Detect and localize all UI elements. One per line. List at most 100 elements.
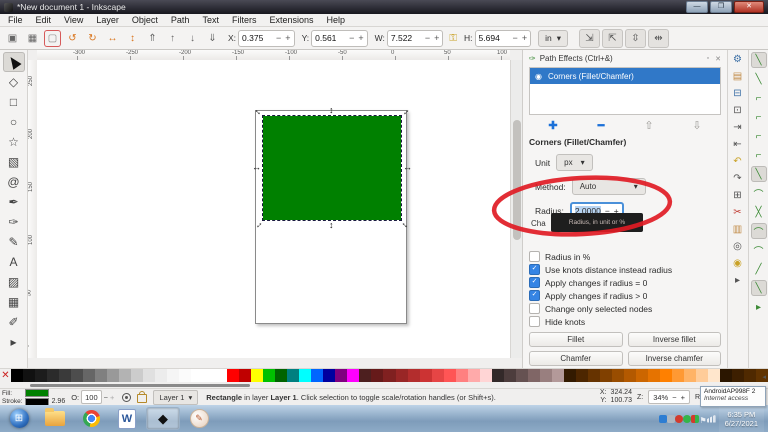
palette-swatch[interactable]	[71, 369, 84, 382]
palette-swatch[interactable]	[647, 369, 660, 382]
palette-swatch[interactable]	[239, 369, 252, 382]
flip-horizontal-icon[interactable]: ↔	[104, 30, 121, 47]
tray-app-multi-icon[interactable]	[691, 414, 700, 423]
gradient-tool[interactable]: ▨	[3, 272, 25, 292]
layer-lock-icon[interactable]	[137, 391, 148, 403]
checked-checkbox-icon[interactable]: ✓	[529, 277, 540, 288]
mesh-tool[interactable]: ▦	[3, 292, 25, 312]
snap-smooth-nodes-icon[interactable]: ⌒	[751, 242, 767, 258]
w-plus-button[interactable]: +	[434, 33, 439, 43]
star-tool[interactable]: ☆	[3, 132, 25, 152]
menu-help[interactable]: Help	[326, 15, 345, 25]
palette-swatch[interactable]	[311, 369, 324, 382]
zoom-plus-button[interactable]: +	[681, 393, 685, 402]
duplicate-icon[interactable]: ⊞	[730, 188, 746, 203]
scale-handle-top[interactable]: ↕	[329, 106, 334, 115]
palette-swatch[interactable]	[11, 369, 24, 382]
redo-icon[interactable]: ↷	[730, 171, 746, 186]
snap-expander-icon[interactable]: ▸	[751, 299, 767, 315]
scale-handle-left[interactable]: ↔	[252, 163, 261, 172]
save-document-icon[interactable]: ⊡	[730, 103, 746, 118]
inverse-chamfer-button[interactable]: Inverse chamfer	[627, 351, 721, 366]
x-minus-button[interactable]: −	[276, 33, 281, 43]
h-plus-button[interactable]: +	[522, 33, 527, 43]
opacity-value[interactable]: 100	[81, 390, 102, 404]
palette-expand-icon[interactable]: ◂	[762, 373, 766, 381]
explorer-app[interactable]	[38, 407, 72, 430]
node-tool[interactable]: ◇	[3, 72, 25, 92]
checkbox-row[interactable]: ✓ Apply changes if radius = 0	[529, 276, 721, 289]
unit-dropdown[interactable]: in ▾	[538, 29, 568, 47]
palette-swatch[interactable]	[347, 369, 360, 382]
y-minus-button[interactable]: −	[349, 33, 354, 43]
raise-to-top-icon[interactable]: ⇑	[144, 30, 161, 47]
print-document-icon[interactable]: ⊟	[730, 86, 746, 101]
palette-swatch[interactable]	[215, 369, 228, 382]
panel-close-icon[interactable]: ✕	[715, 55, 721, 63]
palette-swatch[interactable]	[623, 369, 636, 382]
scrollbar-thumb[interactable]	[513, 120, 521, 240]
deselect-icon[interactable]: ▢	[44, 30, 61, 47]
calligraphy-tool[interactable]: ✑	[3, 212, 25, 232]
palette-swatch[interactable]	[515, 369, 528, 382]
zoom-page-icon[interactable]: ◉	[730, 256, 746, 271]
visibility-eye-icon[interactable]: ◉	[535, 72, 542, 81]
open-document-icon[interactable]: ▤	[730, 69, 746, 84]
scale-gradient-toggle[interactable]: ⇳	[624, 28, 646, 48]
snap-path-icon[interactable]: ⌒	[751, 185, 767, 201]
import-document-icon[interactable]: ⇥	[730, 120, 746, 135]
panel-collapse-icon[interactable]: ▫	[707, 55, 709, 63]
cut-icon[interactable]: ✂	[730, 205, 746, 220]
menu-edit[interactable]: Edit	[36, 15, 52, 25]
palette-swatch[interactable]	[719, 369, 732, 382]
paste-icon[interactable]: ▥	[730, 222, 746, 237]
remove-effect-button[interactable]: ━	[577, 119, 625, 132]
w-spinner[interactable]: W: 7.522− +	[375, 29, 444, 47]
palette-swatch[interactable]	[263, 369, 276, 382]
checked-checkbox-icon[interactable]: ✓	[529, 264, 540, 275]
y-spinner[interactable]: Y: 0.561− +	[302, 29, 368, 47]
menu-filters[interactable]: Filters	[232, 15, 257, 25]
snap-bbox-edge-midpoints-icon[interactable]: ⌐	[751, 128, 767, 144]
scale-handle-bottom-left[interactable]: ↔	[251, 217, 264, 230]
tray-messenger-icon[interactable]	[683, 414, 692, 423]
h-value[interactable]: 5.694	[479, 33, 509, 43]
layer-dropdown[interactable]: Layer 1 ▾	[153, 389, 199, 405]
checkbox-row[interactable]: Radius in %	[529, 250, 721, 263]
scale-pattern-toggle[interactable]: ⇹	[647, 28, 669, 48]
lower-to-bottom-icon[interactable]: ⇓	[204, 30, 221, 47]
palette-swatch[interactable]	[731, 369, 744, 382]
ellipse-tool[interactable]: ○	[3, 112, 25, 132]
palette-swatch[interactable]	[167, 369, 180, 382]
move-effect-down-button[interactable]: ⇩	[673, 119, 721, 132]
palette-swatch[interactable]	[275, 369, 288, 382]
palette-swatch[interactable]	[551, 369, 564, 382]
tray-flag-icon[interactable]: ⚑	[699, 416, 706, 425]
palette-swatch[interactable]	[491, 369, 504, 382]
spiral-tool[interactable]: @	[3, 172, 25, 192]
menu-view[interactable]: View	[64, 15, 83, 25]
menu-text[interactable]: Text	[202, 15, 219, 25]
menu-object[interactable]: Object	[132, 15, 158, 25]
taskbar-clock[interactable]: 6:35 PM 6/27/2021	[718, 405, 764, 432]
tray-app-gray-icon[interactable]	[667, 414, 676, 423]
add-effect-button[interactable]: ✚	[529, 119, 577, 132]
palette-swatch[interactable]	[323, 369, 336, 382]
y-plus-button[interactable]: +	[358, 33, 363, 43]
palette-swatch[interactable]	[83, 369, 96, 382]
palette-swatch[interactable]	[47, 369, 60, 382]
x-value[interactable]: 0.375	[242, 33, 272, 43]
palette-swatch[interactable]	[299, 369, 312, 382]
snap-path-intersections-icon[interactable]: ╳	[751, 204, 767, 220]
h-spinner[interactable]: H: 5.694− +	[464, 29, 532, 47]
scale-handle-top-right[interactable]: ↔	[398, 104, 411, 117]
palette-swatch[interactable]	[635, 369, 648, 382]
menu-extensions[interactable]: Extensions	[269, 15, 313, 25]
stroke-width-value[interactable]: 2.96	[52, 398, 66, 405]
zoom-value[interactable]: 34%	[653, 393, 668, 402]
palette-swatch[interactable]	[143, 369, 156, 382]
palette-swatch[interactable]	[203, 369, 216, 382]
tray-network-icon[interactable]	[706, 414, 716, 423]
fill-color-swatch[interactable]	[24, 388, 49, 397]
inkscape-app[interactable]: ◆	[146, 407, 180, 430]
